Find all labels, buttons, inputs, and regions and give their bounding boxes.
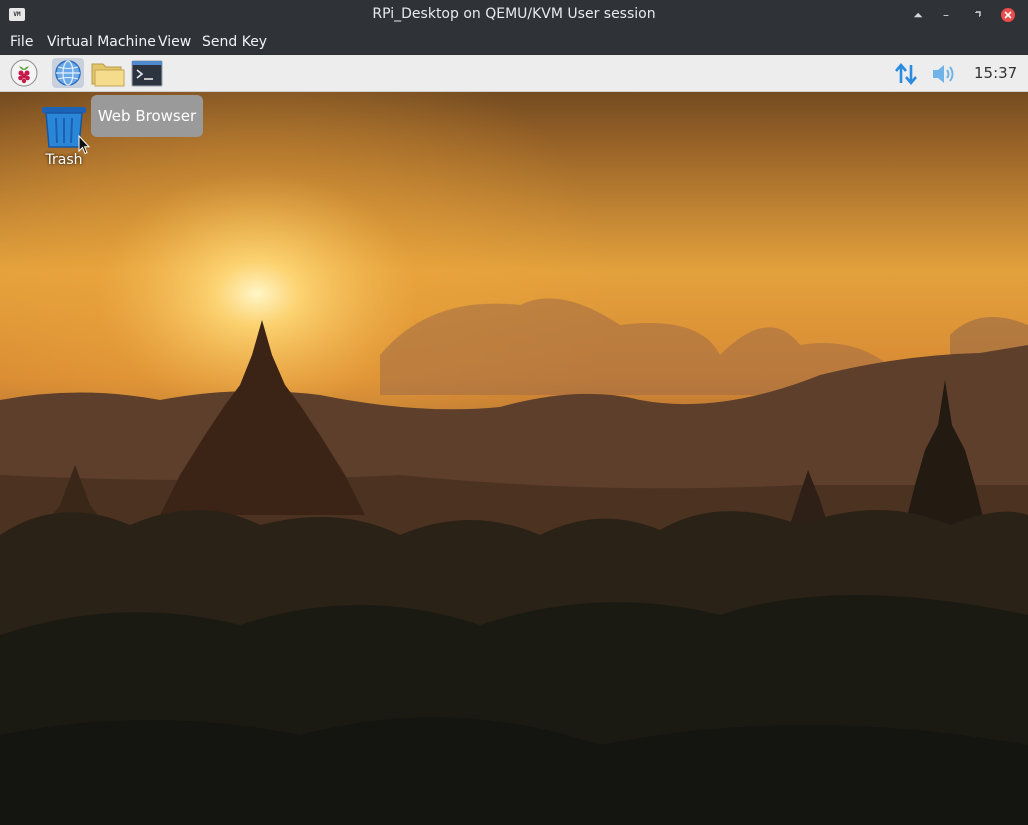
title-bar[interactable]: VM RPi_Desktop on QEMU/KVM User session … xyxy=(0,0,1028,30)
minimize-button[interactable]: – xyxy=(937,6,955,24)
guest-display[interactable]: 15:37 Trash Web Browser xyxy=(0,55,1028,825)
launcher-terminal[interactable] xyxy=(131,58,163,88)
panel-clock[interactable]: 15:37 xyxy=(974,64,1017,82)
menu-view[interactable]: View xyxy=(158,34,191,50)
menu-bar: File Virtual Machine View Send Key xyxy=(0,30,1028,54)
terminal-icon xyxy=(131,60,163,87)
folder-icon xyxy=(91,63,125,87)
mouse-cursor-icon xyxy=(78,135,90,155)
vm-viewer-window: VM RPi_Desktop on QEMU/KVM User session … xyxy=(0,0,1028,825)
launcher-raspberry-menu[interactable] xyxy=(8,58,40,88)
menu-virtual-machine[interactable]: Virtual Machine xyxy=(47,34,156,50)
close-button[interactable] xyxy=(999,6,1017,24)
network-arrows-icon[interactable] xyxy=(893,61,919,91)
globe-icon xyxy=(55,60,81,86)
raspberry-icon xyxy=(10,59,38,87)
keep-above-icon[interactable]: ⏶ xyxy=(909,6,927,24)
launcher-file-manager[interactable] xyxy=(91,58,125,88)
menu-file[interactable]: File xyxy=(10,34,33,50)
maximize-button[interactable] xyxy=(969,6,987,24)
menu-send-key[interactable]: Send Key xyxy=(202,34,267,50)
window-title: RPi_Desktop on QEMU/KVM User session xyxy=(372,6,656,22)
volume-icon[interactable] xyxy=(930,61,958,91)
top-panel: 15:37 xyxy=(0,55,1028,92)
web-browser-tooltip: Web Browser xyxy=(91,95,203,137)
launcher-web-browser[interactable] xyxy=(52,58,84,88)
desktop-wallpaper xyxy=(0,55,1028,825)
